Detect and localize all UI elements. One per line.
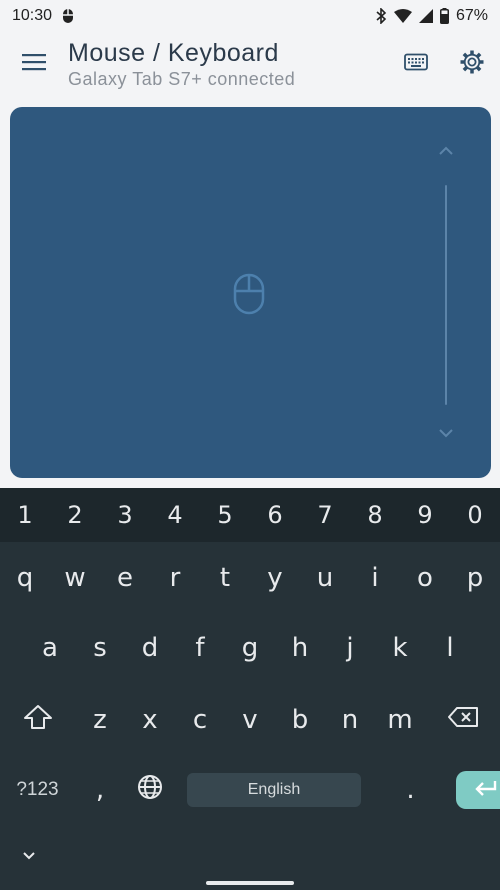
backspace-icon [447, 705, 479, 735]
key-s[interactable]: s [75, 618, 125, 678]
bluetooth-icon [375, 8, 387, 24]
shift-arrow-icon [23, 704, 53, 737]
key-f[interactable]: f [175, 618, 225, 678]
key-n[interactable]: n [325, 690, 375, 750]
key-h[interactable]: h [275, 618, 325, 678]
keyboard-icon [404, 53, 428, 76]
backspace-key[interactable] [425, 690, 500, 750]
shift-key[interactable] [0, 690, 75, 750]
mouse-icon [232, 273, 266, 320]
scroll-down-chevron-icon[interactable] [438, 425, 454, 443]
wifi-icon [393, 9, 412, 23]
key-x[interactable]: x [125, 690, 175, 750]
on-screen-keyboard: 1 2 3 4 5 6 7 8 9 0 q w e r t y u i o p … [0, 488, 500, 890]
key-0[interactable]: 0 [450, 488, 500, 542]
key-g[interactable]: g [225, 618, 275, 678]
number-row: 1 2 3 4 5 6 7 8 9 0 [0, 488, 500, 542]
key-j[interactable]: j [325, 618, 375, 678]
key-y[interactable]: y [250, 548, 300, 608]
battery-icon [439, 8, 449, 24]
language-key[interactable] [125, 760, 175, 820]
scroll-up-chevron-icon[interactable] [438, 143, 454, 161]
key-8[interactable]: 8 [350, 488, 400, 542]
connection-status: Galaxy Tab S7+ connected [68, 69, 296, 89]
key-6[interactable]: 6 [250, 488, 300, 542]
key-e[interactable]: e [100, 548, 150, 608]
space-bar[interactable]: English [187, 773, 361, 807]
keyboard-toggle-button[interactable] [388, 32, 444, 96]
page-title: Mouse / Keyboard [68, 39, 279, 67]
comma-key[interactable]: , [75, 760, 125, 820]
scroll-track[interactable] [445, 185, 447, 405]
key-u[interactable]: u [300, 548, 350, 608]
key-c[interactable]: c [175, 690, 225, 750]
key-9[interactable]: 9 [400, 488, 450, 542]
key-5[interactable]: 5 [200, 488, 250, 542]
hamburger-menu-icon [22, 53, 46, 76]
symbols-key[interactable]: ?123 [0, 760, 75, 820]
enter-key-wrapper [448, 760, 500, 820]
gesture-navigation-bar[interactable] [206, 881, 294, 885]
key-z[interactable]: z [75, 690, 125, 750]
key-3[interactable]: 3 [100, 488, 150, 542]
key-i[interactable]: i [350, 548, 400, 608]
letter-row-1: q w e r t y u i o p [0, 548, 500, 608]
enter-key[interactable] [455, 771, 500, 809]
letter-row-2: a s d f g h j k l [25, 618, 475, 678]
chevron-down-icon [22, 848, 36, 865]
key-l[interactable]: l [425, 618, 475, 678]
touchpad-area[interactable] [10, 107, 491, 478]
settings-button[interactable] [444, 32, 500, 96]
key-m[interactable]: m [375, 690, 425, 750]
key-r[interactable]: r [150, 548, 200, 608]
key-t[interactable]: t [200, 548, 250, 608]
key-1[interactable]: 1 [0, 488, 50, 542]
cell-signal-icon [418, 9, 433, 23]
key-q[interactable]: q [0, 548, 50, 608]
app-bar: Mouse / Keyboard Galaxy Tab S7+ connecte… [0, 32, 500, 96]
key-a[interactable]: a [25, 618, 75, 678]
key-v[interactable]: v [225, 690, 275, 750]
enter-arrow-icon [473, 779, 499, 802]
globe-icon [137, 774, 163, 807]
key-w[interactable]: w [50, 548, 100, 608]
key-b[interactable]: b [275, 690, 325, 750]
hide-keyboard-button[interactable] [22, 848, 36, 866]
title-block: Mouse / Keyboard Galaxy Tab S7+ connecte… [68, 38, 388, 90]
menu-button[interactable] [0, 32, 68, 96]
key-7[interactable]: 7 [300, 488, 350, 542]
key-d[interactable]: d [125, 618, 175, 678]
key-k[interactable]: k [375, 618, 425, 678]
key-o[interactable]: o [400, 548, 450, 608]
gear-icon [459, 49, 485, 80]
status-bar: 10:30 67% [0, 0, 500, 32]
mouse-status-icon [62, 8, 74, 24]
key-4[interactable]: 4 [150, 488, 200, 542]
period-key[interactable]: . [373, 760, 448, 820]
status-time: 10:30 [12, 7, 53, 24]
key-2[interactable]: 2 [50, 488, 100, 542]
battery-percent: 67% [455, 7, 488, 24]
letter-row-3: z x c v b n m [0, 690, 500, 750]
key-p[interactable]: p [450, 548, 500, 608]
bottom-row: ?123 , English . [0, 760, 500, 820]
